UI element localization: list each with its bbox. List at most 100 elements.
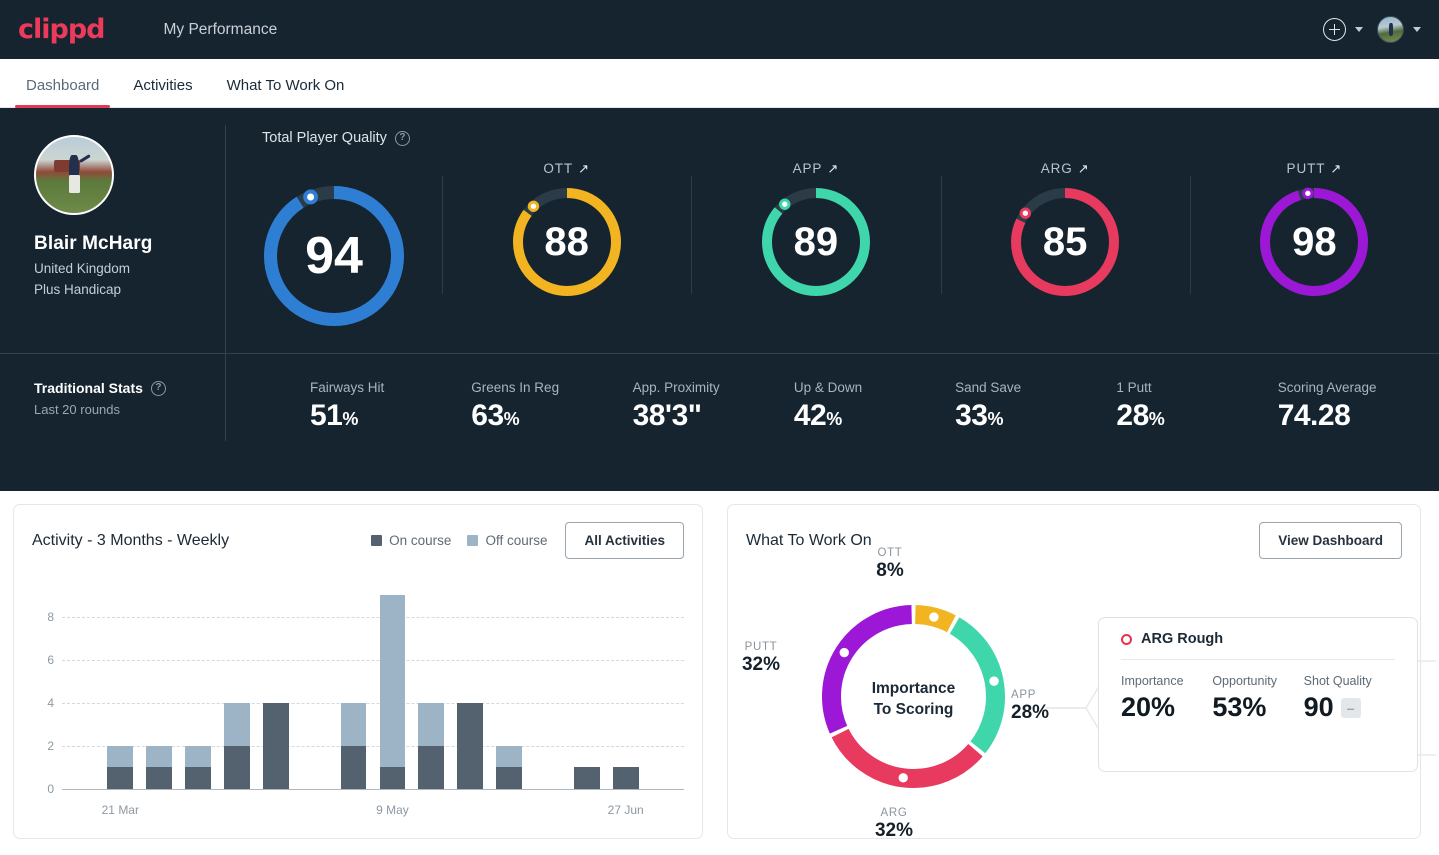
- tpq-text: Total Player Quality: [262, 130, 387, 146]
- bar-segment-off-course: [146, 745, 172, 768]
- tab-activities[interactable]: Activities: [116, 77, 209, 107]
- chevron-down-icon[interactable]: [1413, 27, 1421, 32]
- tab-dashboard[interactable]: Dashboard: [9, 77, 116, 108]
- work-detail-title: ARG Rough: [1141, 631, 1224, 647]
- divider: [1121, 659, 1395, 660]
- stat-app-proximity: App. Proximity 38'3": [633, 380, 794, 433]
- chevron-down-icon[interactable]: [1355, 27, 1363, 32]
- bar-segment-off-course: [340, 702, 367, 746]
- stat-sand-save: Sand Save 33%: [955, 380, 1116, 433]
- bar-segment-on-course: [418, 745, 445, 789]
- bar-segment-off-course: [224, 702, 250, 746]
- bar-column[interactable]: [262, 702, 289, 789]
- bar-column[interactable]: [185, 745, 211, 789]
- bar-column[interactable]: [340, 702, 367, 789]
- traditional-stats-title: Traditional Stats: [34, 380, 143, 396]
- stat-value: 38'3": [632, 399, 702, 432]
- bar-column[interactable]: [573, 767, 600, 789]
- bar-column[interactable]: [107, 745, 134, 789]
- activity-bar-chart: 0 2 4 6 8 21 Mar 9 May 27 Jun: [32, 577, 684, 822]
- what-to-work-on-card: What To Work On View Dashboard Importanc…: [727, 504, 1436, 841]
- bar-segment-on-course: [262, 702, 289, 789]
- work-detail-card[interactable]: ARG Rough Importance 20% Opportunity 53%…: [1098, 617, 1418, 772]
- plus-circle-icon[interactable]: [1323, 18, 1346, 41]
- stat-label: Sand Save: [955, 380, 1022, 395]
- view-dashboard-button[interactable]: View Dashboard: [1259, 522, 1402, 559]
- question-mark-icon[interactable]: ?: [394, 130, 410, 146]
- tab-what-to-work-on[interactable]: What To Work On: [210, 77, 362, 107]
- donut-label-value: 8%: [876, 560, 904, 581]
- question-mark-icon[interactable]: ?: [150, 380, 166, 396]
- gauge-title-text: PUTT: [1286, 160, 1326, 176]
- add-menu-button[interactable]: [1323, 18, 1363, 41]
- player-avatar[interactable]: [34, 135, 114, 215]
- trend-up-icon: ↗: [1077, 160, 1090, 176]
- stat-unit: %: [987, 409, 1004, 429]
- player-profile: Blair McHarg United Kingdom Plus Handica…: [0, 108, 226, 441]
- bar-segment-on-course: [224, 745, 250, 789]
- stat-value: 63%: [471, 399, 520, 432]
- bar-segment-on-course: [340, 745, 367, 789]
- legend-label: Off course: [485, 533, 548, 548]
- stat-unit: %: [503, 409, 520, 429]
- gauge-arg: ARG ↗ 85: [940, 154, 1190, 298]
- gauge-row: 94 OTT ↗ 88 APP ↗ 89 ARG ↗ 85 PUTT ↗ 98: [226, 154, 1439, 328]
- gauge-value: 85: [1042, 219, 1088, 264]
- quality-gauges: Total Player Quality ? 94 OTT ↗ 88 APP ↗ 89 ARG…: [226, 108, 1439, 353]
- bar-segment-on-course: [612, 767, 639, 789]
- bar-column[interactable]: [612, 767, 639, 789]
- gauge-ott: OTT ↗ 88: [442, 154, 691, 298]
- stat-label: Scoring Average: [1277, 380, 1377, 395]
- y-axis-tick: 0: [47, 782, 54, 796]
- y-axis-tick: 4: [47, 695, 54, 710]
- bar-column[interactable]: [224, 702, 250, 789]
- stat-greens-in-reg: Greens In Reg 63%: [471, 380, 632, 433]
- app-title: My Performance: [163, 20, 278, 38]
- stat-label: Up & Down: [793, 380, 863, 395]
- bar-column[interactable]: [418, 702, 445, 789]
- stat-unit: %: [1148, 409, 1165, 429]
- stat-value: 33%: [955, 399, 1004, 432]
- legend-swatch-icon: [467, 535, 479, 546]
- bar-column[interactable]: [146, 745, 172, 789]
- bar-segment-off-course: [496, 745, 522, 768]
- x-axis-tick: 21 Mar: [101, 803, 139, 817]
- traditional-stats-values: Fairways Hit 51% Greens In Reg 63% App. Prox…: [310, 380, 1439, 433]
- bar-segment-on-course: [379, 767, 406, 789]
- user-menu-button[interactable]: [1377, 16, 1421, 43]
- all-activities-button[interactable]: All Activities: [565, 522, 684, 559]
- donut-label-key: OTT: [877, 547, 903, 559]
- donut-center-label: Importance To Scoring: [806, 589, 1021, 809]
- stat-label: Fairways Hit: [310, 380, 385, 395]
- metric-value: 20%: [1121, 692, 1176, 722]
- gauge-ring: 94: [262, 184, 406, 328]
- performance-overview-panel: Blair McHarg United Kingdom Plus Handica…: [0, 108, 1439, 491]
- avatar[interactable]: [1377, 16, 1404, 43]
- donut-label-value: 32%: [874, 820, 914, 841]
- donut-label-putt: PUTT 32%: [721, 641, 801, 676]
- stat-scoring-average: Scoring Average 74.28: [1278, 380, 1439, 433]
- bottom-cards: Activity - 3 Months - Weekly On course O…: [0, 491, 1439, 841]
- bar-segment-off-course: [379, 595, 406, 768]
- bar-column[interactable]: [379, 595, 406, 789]
- gauge-value: 89: [793, 219, 839, 264]
- y-axis-tick: 6: [47, 652, 54, 667]
- metric-label: Opportunity: [1212, 674, 1277, 688]
- bar-column[interactable]: [457, 702, 483, 789]
- bar-segment-on-course: [185, 767, 211, 789]
- metric-importance: Importance 20%: [1121, 674, 1212, 723]
- gauge-title-text: APP: [792, 160, 823, 176]
- trend-up-icon: ↗: [827, 160, 840, 176]
- y-axis-tick: 2: [47, 738, 54, 753]
- bar-column[interactable]: [496, 745, 522, 789]
- metric-value: 90: [1303, 692, 1334, 722]
- donut-label-value: 28%: [1011, 702, 1050, 723]
- stat-up-down: Up & Down 42%: [794, 380, 955, 433]
- top-navbar: clippd My Performance: [0, 0, 1439, 59]
- player-country: United Kingdom: [34, 261, 131, 276]
- work-card-body: Importance To Scoring OTT 8% APP 28% ARG…: [742, 547, 1436, 841]
- stat-label: App. Proximity: [632, 380, 720, 395]
- clippd-logo[interactable]: clippd: [18, 16, 105, 43]
- stat-value: 74.28: [1277, 399, 1351, 432]
- gauge-title-text: OTT: [543, 160, 574, 176]
